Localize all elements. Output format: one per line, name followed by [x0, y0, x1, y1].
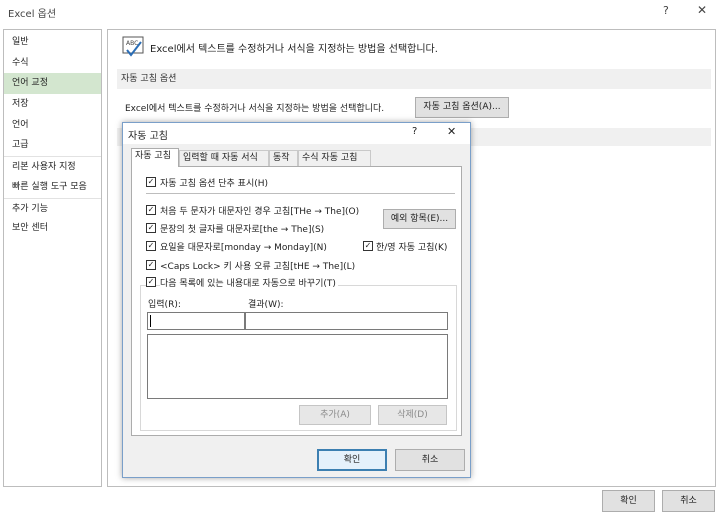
dialog-titlebar — [123, 123, 470, 144]
text-caret — [150, 315, 151, 327]
sidebar-item-advanced[interactable]: 고급 — [4, 135, 101, 156]
dialog-help-button[interactable]: ? — [412, 126, 417, 137]
capitalize-day-names-label[interactable]: 요일을 대문자로[monday → Monday](N) — [160, 240, 327, 253]
sidebar-item-trust-center[interactable]: 보안 센터 — [4, 218, 101, 239]
close-icon[interactable]: ✕ — [697, 3, 707, 17]
tab-autocorrect[interactable]: 자동 고침 — [131, 148, 179, 167]
tab-actions[interactable]: 동작 — [269, 150, 298, 166]
capitalize-day-names-checkbox[interactable]: ✓ — [146, 241, 156, 251]
section-title-autocorrect-options: 자동 고침 옵션 — [117, 69, 711, 89]
dialog-cancel-button[interactable]: 취소 — [395, 449, 465, 471]
options-sidebar: 일반 수식 언어 교정 저장 언어 고급 리본 사용자 지정 빠른 실행 도구 … — [3, 29, 102, 487]
ok-button[interactable]: 확인 — [602, 490, 655, 512]
exceptions-button[interactable]: 예외 항목(E)... — [383, 209, 456, 229]
delete-button[interactable]: 삭제(D) — [378, 405, 447, 425]
han-eng-autocorrect-label[interactable]: 한/영 자동 고침(K) — [376, 240, 447, 253]
replace-text-checkbox[interactable]: ✓ — [146, 277, 156, 287]
help-button[interactable]: ? — [663, 4, 669, 17]
sidebar-item-formulas[interactable]: 수식 — [4, 53, 101, 74]
caps-lock-checkbox[interactable]: ✓ — [146, 260, 156, 270]
capitalize-first-letter-checkbox[interactable]: ✓ — [146, 223, 156, 233]
tab-autoformat-as-you-type[interactable]: 입력할 때 자동 서식 — [179, 150, 269, 166]
sidebar-item-customize-ribbon[interactable]: 리본 사용자 지정 — [4, 156, 101, 177]
window-title: Excel 옵션 — [8, 9, 57, 20]
replacement-list[interactable] — [147, 334, 448, 399]
autocorrect-options-button[interactable]: 자동 고침 옵션(A)... — [415, 97, 509, 118]
dialog-title: 자동 고침 — [128, 131, 168, 142]
two-initial-capitals-checkbox[interactable]: ✓ — [146, 205, 156, 215]
sidebar-item-language[interactable]: 언어 — [4, 115, 101, 136]
with-input[interactable] — [245, 312, 448, 330]
sidebar-item-proofing[interactable]: 언어 교정 — [4, 73, 101, 95]
add-button[interactable]: 추가(A) — [299, 405, 371, 425]
caps-lock-label[interactable]: <Caps Lock> 키 사용 오류 고침[tHE → The](L) — [160, 259, 355, 272]
sidebar-item-quick-access-toolbar[interactable]: 빠른 실행 도구 모음 — [4, 177, 101, 198]
han-eng-autocorrect-checkbox[interactable]: ✓ — [363, 241, 373, 251]
with-label: 결과(W): — [248, 300, 284, 310]
two-initial-capitals-label[interactable]: 처음 두 문자가 대문자인 경우 고침[THe → The](O) — [160, 204, 359, 217]
show-buttons-label[interactable]: 자동 고침 옵션 단추 표시(H) — [160, 176, 268, 189]
sidebar-item-general[interactable]: 일반 — [4, 32, 101, 53]
spelling-check-icon: ABC — [122, 36, 144, 58]
replace-label: 입력(R): — [148, 300, 181, 310]
cancel-button[interactable]: 취소 — [662, 490, 715, 512]
dialog-close-icon[interactable]: ✕ — [447, 125, 456, 138]
autocorrect-description: Excel에서 텍스트를 수정하거나 서식을 지정하는 방법을 선택합니다. — [125, 104, 385, 114]
dialog-ok-button[interactable]: 확인 — [317, 449, 387, 471]
show-buttons-checkbox[interactable]: ✓ — [146, 177, 156, 187]
icon-text: ABC — [126, 40, 138, 47]
proofing-header-text: Excel에서 텍스트를 수정하거나 서식을 지정하는 방법을 선택합니다. — [150, 44, 438, 55]
replace-text-label[interactable]: 다음 목록에 있는 내용대로 자동으로 바꾸기(T) — [160, 276, 338, 289]
capitalize-first-letter-label[interactable]: 문장의 첫 글자를 대문자로[the → The](S) — [160, 222, 324, 235]
sidebar-item-add-ins[interactable]: 추가 기능 — [4, 197, 101, 219]
sidebar-item-save[interactable]: 저장 — [4, 94, 101, 115]
tab-math-autocorrect[interactable]: 수식 자동 고침 — [298, 150, 371, 166]
divider — [146, 193, 455, 194]
replace-input[interactable] — [147, 312, 245, 330]
